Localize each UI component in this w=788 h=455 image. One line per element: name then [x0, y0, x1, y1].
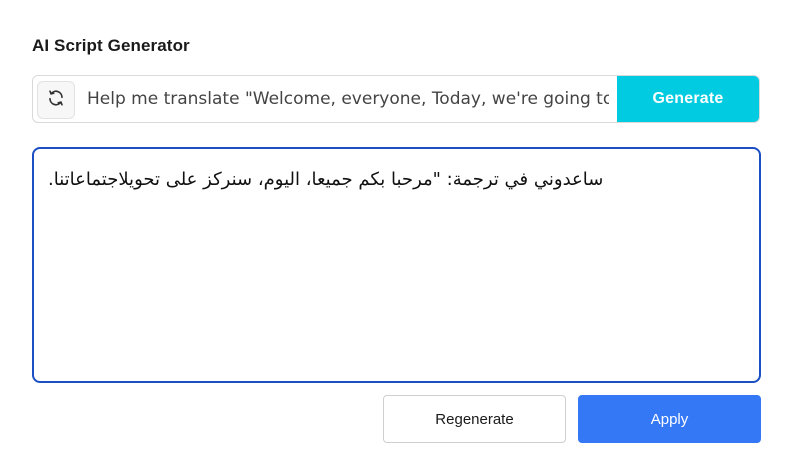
regenerate-button[interactable]: Regenerate: [383, 395, 566, 443]
output-textarea[interactable]: ساعدوني في ترجمة: "مرحبا بكم جميعا، اليو…: [32, 147, 761, 383]
apply-button[interactable]: Apply: [578, 395, 761, 443]
output-text: ساعدوني في ترجمة: "مرحبا بكم جميعا، اليو…: [48, 169, 604, 190]
prompt-input[interactable]: Help me translate "Welcome, everyone, To…: [75, 76, 617, 122]
panel-title: AI Script Generator: [32, 36, 190, 55]
refresh-icon: [47, 89, 65, 112]
prompt-bar: Help me translate "Welcome, everyone, To…: [32, 75, 760, 123]
prompt-text: Help me translate "Welcome, everyone, To…: [87, 89, 609, 109]
refresh-button[interactable]: [37, 81, 75, 119]
generate-button[interactable]: Generate: [617, 76, 759, 122]
